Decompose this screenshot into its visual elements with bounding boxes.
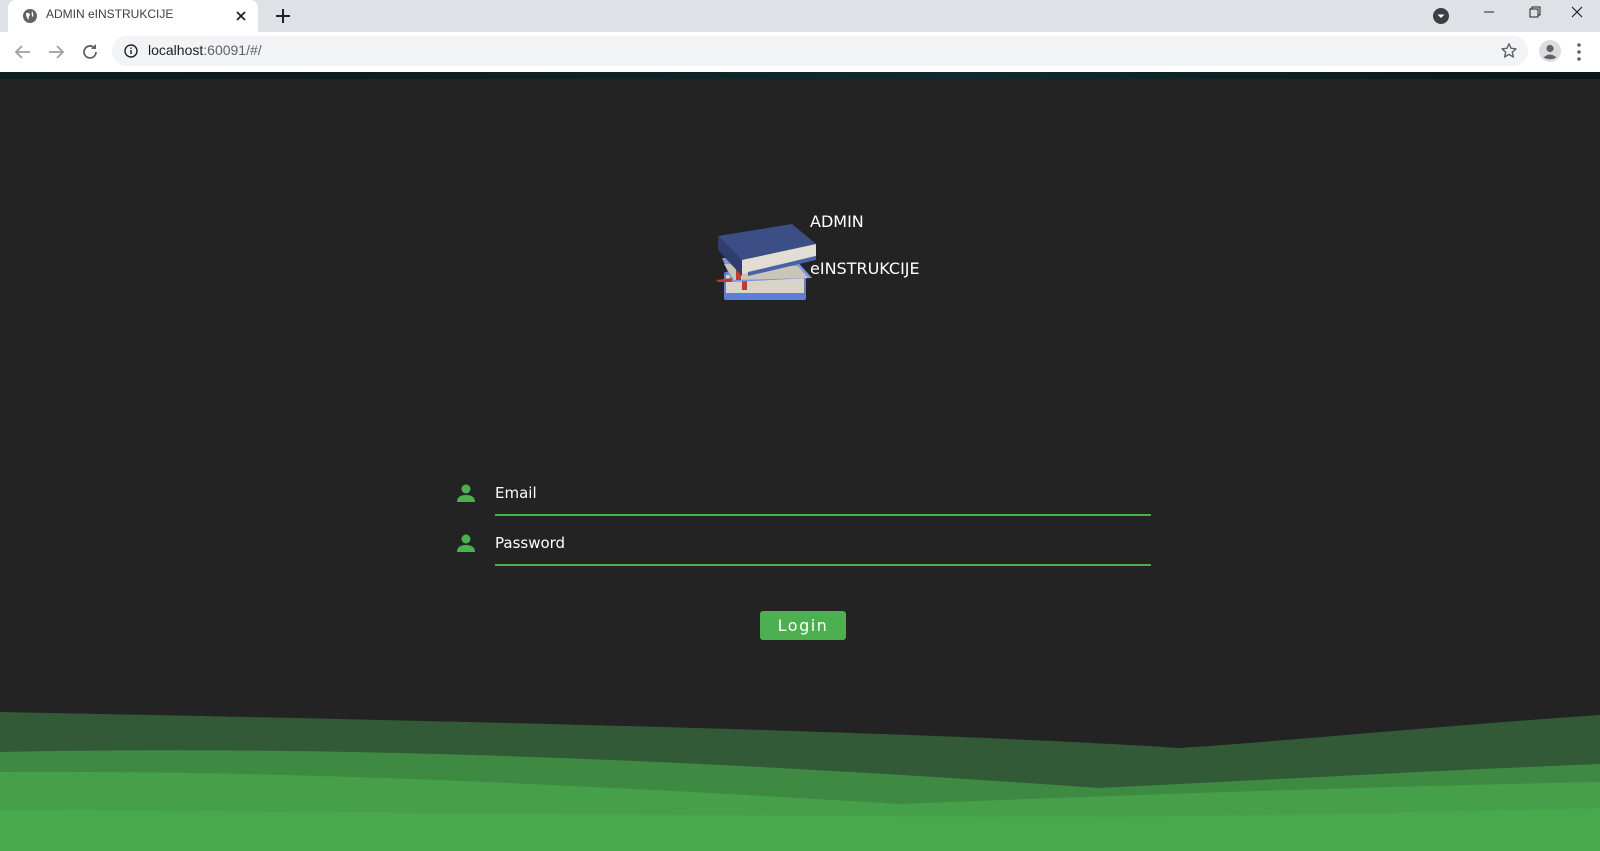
url-text: localhost:60091/#/ <box>148 42 262 58</box>
tab-search-icon[interactable] <box>1432 7 1450 25</box>
close-tab-icon[interactable] <box>232 7 250 25</box>
more-menu-icon[interactable] <box>1576 42 1582 62</box>
new-tab-icon[interactable] <box>272 5 294 27</box>
bookmark-star-icon[interactable] <box>1500 42 1518 60</box>
reload-icon[interactable] <box>79 41 101 63</box>
email-field <box>455 472 1155 518</box>
browser-toolbar: localhost:60091/#/ <box>0 32 1600 72</box>
back-icon[interactable] <box>12 41 34 63</box>
restore-icon[interactable] <box>1512 0 1558 28</box>
person-icon <box>457 534 475 552</box>
globe-icon <box>23 9 37 23</box>
books-stack-icon <box>716 224 816 300</box>
decorative-waves <box>0 712 1600 851</box>
account-icon[interactable] <box>1538 39 1562 63</box>
url-path: :60091/#/ <box>203 42 262 58</box>
logo-title-app: eINSTRUKCIJE <box>810 259 920 278</box>
password-input[interactable] <box>495 522 1151 566</box>
forward-icon[interactable] <box>45 41 67 63</box>
close-window-icon[interactable] <box>1554 0 1600 28</box>
tab-title: ADMIN eINSTRUKCIJE <box>46 7 174 21</box>
minimize-icon[interactable] <box>1466 0 1512 28</box>
email-input[interactable] <box>495 472 1151 516</box>
browser-tab-bar: ADMIN eINSTRUKCIJE <box>0 0 1600 32</box>
person-icon <box>457 484 475 502</box>
site-info-icon[interactable] <box>124 44 138 58</box>
logo-title-admin: ADMIN <box>810 212 864 231</box>
password-field <box>455 522 1155 568</box>
app-header-strip <box>0 72 1600 79</box>
address-bar[interactable]: localhost:60091/#/ <box>112 36 1528 66</box>
url-host: localhost <box>148 42 204 58</box>
login-button[interactable]: Login <box>760 611 846 640</box>
browser-tab[interactable]: ADMIN eINSTRUKCIJE <box>8 0 258 32</box>
